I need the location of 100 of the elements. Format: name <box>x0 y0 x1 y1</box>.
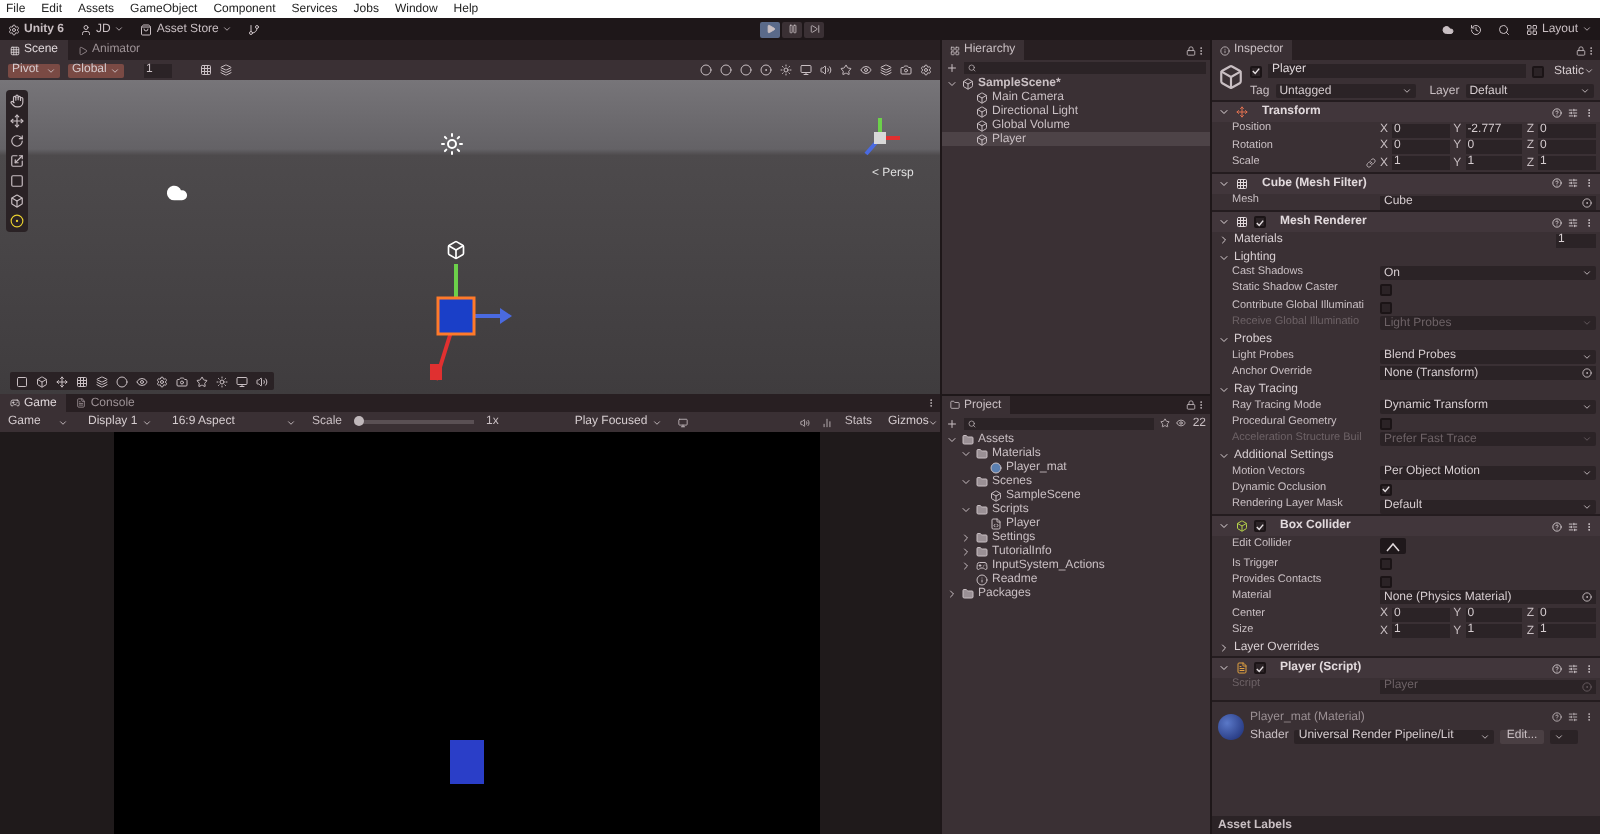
scene-tool-icon[interactable] <box>780 64 792 76</box>
preset-icon[interactable] <box>1568 663 1578 674</box>
checkbox[interactable] <box>1250 65 1262 77</box>
cube-object <box>450 740 484 784</box>
pause-button[interactable] <box>782 21 802 37</box>
scene-icon <box>990 489 1002 501</box>
help-icon[interactable] <box>1552 663 1562 674</box>
add-icon[interactable] <box>946 417 958 429</box>
folder-icon <box>962 587 974 599</box>
cloud-icon <box>166 182 188 204</box>
search-field[interactable] <box>964 417 1155 429</box>
help-icon[interactable] <box>1552 712 1562 723</box>
stats-icon[interactable] <box>822 417 833 427</box>
scene-tool-icon[interactable] <box>10 134 24 148</box>
scene-tool-icon[interactable] <box>10 174 24 188</box>
scene-tool-icon[interactable] <box>880 64 892 76</box>
scene-tab-icon <box>10 45 20 55</box>
scene-tool-icon[interactable] <box>860 64 872 76</box>
scene-tool-icon[interactable] <box>820 64 832 76</box>
caret-icon <box>222 24 233 34</box>
lock-icon[interactable] <box>1576 45 1586 55</box>
pause-icon <box>787 24 797 34</box>
checkbox[interactable] <box>1254 216 1266 229</box>
add-icon[interactable] <box>946 62 958 74</box>
checkbox[interactable] <box>1254 520 1266 533</box>
grid-icon <box>1236 216 1248 229</box>
help-icon[interactable] <box>1552 107 1562 117</box>
lock-icon[interactable] <box>1186 400 1196 410</box>
scene-tool-icon[interactable] <box>10 194 24 208</box>
play-icon <box>765 24 775 34</box>
overlay-tool-icon[interactable] <box>236 375 248 387</box>
overlay-tool-icon[interactable] <box>16 375 28 387</box>
grid-icon[interactable] <box>200 64 212 76</box>
monitor-icon[interactable] <box>678 417 689 427</box>
caret-icon <box>1480 731 1491 742</box>
link-icon[interactable] <box>1366 158 1376 169</box>
help-icon[interactable] <box>1552 178 1562 189</box>
checkbox[interactable] <box>1532 65 1544 77</box>
preset-icon[interactable] <box>1568 521 1578 532</box>
caret-icon <box>286 417 296 427</box>
preset-icon[interactable] <box>1568 712 1578 723</box>
overlay-tool-icon[interactable] <box>196 375 208 387</box>
search-icon[interactable] <box>1497 23 1510 35</box>
folder-icon <box>976 503 988 515</box>
search-field[interactable] <box>964 62 1206 74</box>
scene-tool-icon[interactable] <box>800 64 812 76</box>
checkbox[interactable] <box>1380 558 1392 571</box>
caret-icon <box>1582 467 1592 478</box>
scene-tool-icon[interactable] <box>840 64 852 76</box>
scene-tool-icon[interactable] <box>10 114 24 128</box>
animator-icon <box>78 45 89 55</box>
sun-icon <box>440 132 464 156</box>
star-icon[interactable] <box>1160 418 1171 428</box>
eye-icon[interactable] <box>1176 418 1187 428</box>
overlay-tool-icon[interactable] <box>56 375 68 387</box>
checkbox[interactable] <box>1254 662 1266 675</box>
folder-icon <box>950 400 960 410</box>
scene-tool-icon[interactable] <box>920 64 932 76</box>
slider-thumb[interactable] <box>354 416 365 426</box>
lock-icon[interactable] <box>1186 45 1196 55</box>
scene-icon <box>962 77 974 89</box>
user-icon <box>80 23 93 35</box>
preset-icon[interactable] <box>1568 178 1578 189</box>
preset-icon[interactable] <box>1568 217 1578 228</box>
checkbox[interactable] <box>1380 417 1392 430</box>
overlay-tool-icon[interactable] <box>76 375 88 387</box>
play-button[interactable] <box>760 21 780 37</box>
caret-icon <box>142 417 152 427</box>
list-icon <box>950 45 960 55</box>
overlay-tool-icon[interactable] <box>136 375 148 387</box>
cube-icon <box>1218 64 1244 90</box>
help-icon[interactable] <box>1552 217 1562 228</box>
history-icon[interactable] <box>1469 23 1482 35</box>
preset-icon[interactable] <box>1568 107 1578 117</box>
scene-tool-icon[interactable] <box>10 154 24 168</box>
collider-icon <box>1236 520 1248 533</box>
snap-icon[interactable] <box>220 64 232 76</box>
checkbox[interactable] <box>1380 301 1392 314</box>
edit-collider-button[interactable] <box>1380 538 1406 555</box>
caret-icon <box>1582 434 1592 445</box>
checkbox[interactable] <box>1380 483 1392 496</box>
overlay-tool-icon[interactable] <box>36 375 48 387</box>
overlay-tool-icon[interactable] <box>116 375 128 387</box>
scene-tool-icon[interactable] <box>10 94 24 108</box>
cloud-icon[interactable] <box>1441 23 1454 35</box>
step-button[interactable] <box>804 21 824 37</box>
branch-icon[interactable] <box>248 23 261 35</box>
overlay-tool-icon[interactable] <box>176 375 188 387</box>
help-icon[interactable] <box>1552 521 1562 532</box>
mute-icon[interactable] <box>800 417 811 427</box>
checkbox[interactable] <box>1380 575 1392 588</box>
bag-icon <box>140 23 153 35</box>
overlay-tool-icon[interactable] <box>216 375 228 387</box>
scene-tool-icon[interactable] <box>10 214 24 228</box>
checkbox[interactable] <box>1380 284 1392 297</box>
scene-tool-icon[interactable] <box>900 64 912 76</box>
caret-icon <box>110 65 120 75</box>
overlay-tool-icon[interactable] <box>156 375 168 387</box>
overlay-tool-icon[interactable] <box>96 375 108 387</box>
overlay-tool-icon[interactable] <box>256 375 268 387</box>
